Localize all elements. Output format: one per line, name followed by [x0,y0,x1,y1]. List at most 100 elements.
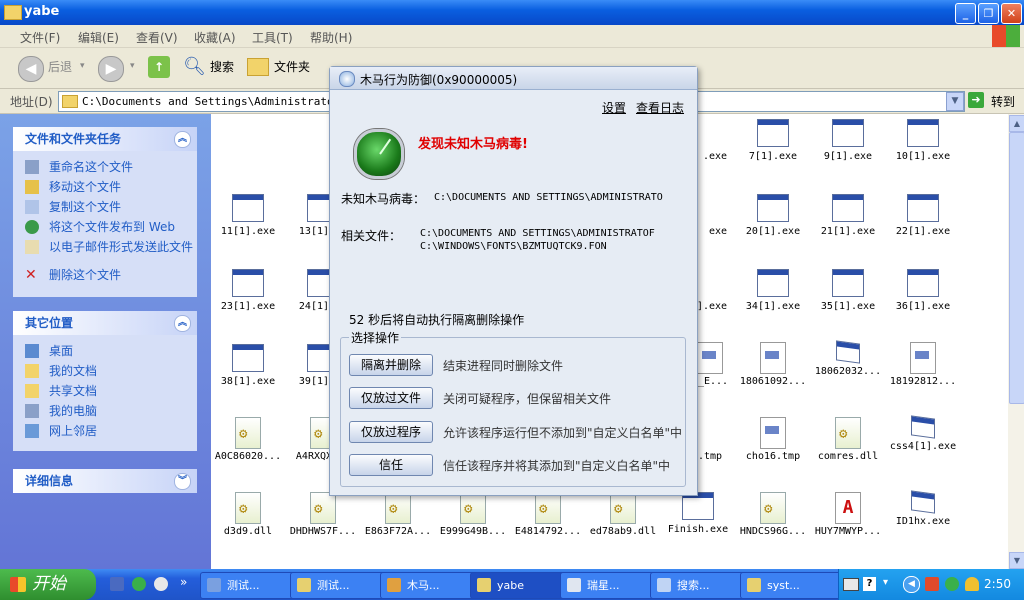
file-item[interactable]: 22[1].exe [882,194,964,237]
file-item[interactable]: DHDHWS7F... [282,492,364,537]
back-dropdown-icon[interactable]: ▾ [80,61,85,71]
task-rename[interactable]: 重命名这个文件 [13,159,197,179]
minimize-button[interactable]: _ [955,3,976,24]
quick-launch-more-icon[interactable]: » [180,575,187,589]
ie-tray-icon[interactable] [945,577,959,591]
file-item[interactable]: 18061092... [732,342,814,387]
settings-link[interactable]: 设置 [602,99,626,116]
address-dropdown-icon[interactable]: ▼ [946,92,964,111]
file-item[interactable]: css4[1].exe [882,415,964,452]
file-item[interactable]: ID1hx.exe [882,490,964,527]
expand-chevron-icon[interactable]: ︾ [174,473,191,490]
file-item[interactable]: A0C86020... [207,417,289,462]
up-folder-icon[interactable]: ↑ [148,56,170,78]
search-button-label[interactable]: 搜索 [210,58,234,75]
file-item[interactable]: E4814792... [507,492,589,537]
menu-tools[interactable]: 工具(T) [252,29,293,46]
file-item[interactable]: 9[1].exe [807,119,889,162]
file-item[interactable]: Finish.exe [657,492,739,535]
file-item[interactable]: 18062032... [807,340,889,377]
file-item[interactable]: 20[1].exe [732,194,814,237]
details-header[interactable]: 详细信息 ︾ [13,469,197,493]
place-my-computer[interactable]: 我的电脑 [13,403,197,423]
maximize-button[interactable]: ❐ [978,3,999,24]
file-item[interactable]: 21[1].exe [807,194,889,237]
folders-button-label[interactable]: 文件夹 [274,58,310,75]
quick-launch-ie-icon[interactable] [132,577,146,591]
tray-expand-icon[interactable]: ◀ [903,576,920,593]
help-icon[interactable]: ? [863,577,876,591]
taskbar-item-label: 测试... [227,579,260,592]
place-network[interactable]: 网上邻居 [13,423,197,443]
allow-file-button[interactable]: 仅放过文件 [349,387,433,409]
file-item[interactable]: 10[1].exe [882,119,964,162]
menu-file[interactable]: 文件(F) [20,29,60,46]
place-desktop[interactable]: 桌面 [13,343,197,363]
folders-icon[interactable] [247,58,269,76]
keyboard-icon[interactable] [843,578,859,591]
menu-edit[interactable]: 编辑(E) [78,29,119,46]
folder-icon [297,578,311,592]
file-item[interactable]: 36[1].exe [882,269,964,312]
menu-favorites[interactable]: 收藏(A) [194,29,236,46]
file-item[interactable]: comres.dll [807,417,889,462]
vertical-scrollbar[interactable]: ▲ ▼ [1008,114,1024,569]
quick-launch-player-icon[interactable] [154,577,168,591]
collapse-chevron-icon[interactable]: ︽ [174,131,191,148]
task-move[interactable]: 移动这个文件 [13,179,197,199]
file-item[interactable]: 38[1].exe [207,344,289,387]
scrollbar-thumb[interactable] [1009,132,1024,404]
taskbar-item[interactable]: syst... [740,572,854,599]
go-button-label[interactable]: 转到 [991,93,1015,110]
task-copy[interactable]: 复制这个文件 [13,199,197,219]
file-item[interactable]: d3d9.dll [207,492,289,537]
action-description: 信任该程序并将其添加到"自定义白名单"中 [443,459,671,473]
other-places-header[interactable]: 其它位置 ︽ [13,311,197,335]
dialog-title-bar[interactable]: 木马行为防御(0x90000005) [330,67,697,90]
search-icon[interactable]: 🔍︎ [183,56,206,77]
radar-scan-icon [354,129,404,179]
trust-button[interactable]: 信任 [349,454,433,476]
menu-view[interactable]: 查看(V) [136,29,178,46]
file-item[interactable]: HNDCS96G... [732,492,814,537]
back-arrow-icon[interactable]: ◀ [18,56,44,82]
scroll-down-arrow-icon[interactable]: ▼ [1009,552,1024,569]
file-item[interactable]: 23[1].exe [207,269,289,312]
allow-program-button[interactable]: 仅放过程序 [349,421,433,443]
file-item[interactable]: 34[1].exe [732,269,814,312]
forward-arrow-icon[interactable]: ▶ [98,56,124,82]
file-item[interactable]: A HUY7MWYP... [807,492,889,537]
place-my-documents[interactable]: 我的文档 [13,363,197,383]
collapse-chevron-icon[interactable]: ︽ [174,315,191,332]
move-icon [25,180,39,194]
file-item[interactable]: E863F72A... [357,492,439,537]
task-delete[interactable]: ✕ 删除这个文件 [13,267,197,287]
file-item[interactable]: E999G49B... [432,492,514,537]
window-title-bar[interactable]: yabe _ ❐ ✕ [0,0,1024,25]
go-arrow-icon[interactable]: ➜ [968,92,984,108]
quick-launch-media-icon[interactable] [110,577,124,591]
forward-dropdown-icon[interactable]: ▾ [130,61,135,71]
close-button[interactable]: ✕ [1001,3,1022,24]
file-item[interactable]: 11[1].exe [207,194,289,237]
place-shared-documents[interactable]: 共享文档 [13,383,197,403]
window-file-icon [911,490,935,514]
file-item[interactable]: 7[1].exe [732,119,814,162]
file-item[interactable]: 35[1].exe [807,269,889,312]
task-publish-web[interactable]: 将这个文件发布到 Web [13,219,197,239]
menu-help[interactable]: 帮助(H) [310,29,352,46]
quarantine-delete-button[interactable]: 隔离并删除 [349,354,433,376]
scroll-up-arrow-icon[interactable]: ▲ [1009,115,1024,132]
file-item[interactable]: cho16.tmp [732,417,814,462]
back-button-label[interactable]: 后退 [48,58,72,75]
view-log-link[interactable]: 查看日志 [636,99,684,116]
file-item[interactable]: 18192812... [882,342,964,387]
file-item[interactable]: ed78ab9.dll [582,492,664,537]
task-email[interactable]: 以电子邮件形式发送此文件 [13,239,197,267]
start-button[interactable]: 开始 [0,569,96,600]
umbrella-icon[interactable] [965,577,979,591]
file-tasks-header[interactable]: 文件和文件夹任务 ︽ [13,127,197,151]
network-status-icon[interactable] [925,577,939,591]
tmp-file-icon [760,417,786,449]
tray-arrow-icon[interactable]: ▾ [883,577,888,588]
